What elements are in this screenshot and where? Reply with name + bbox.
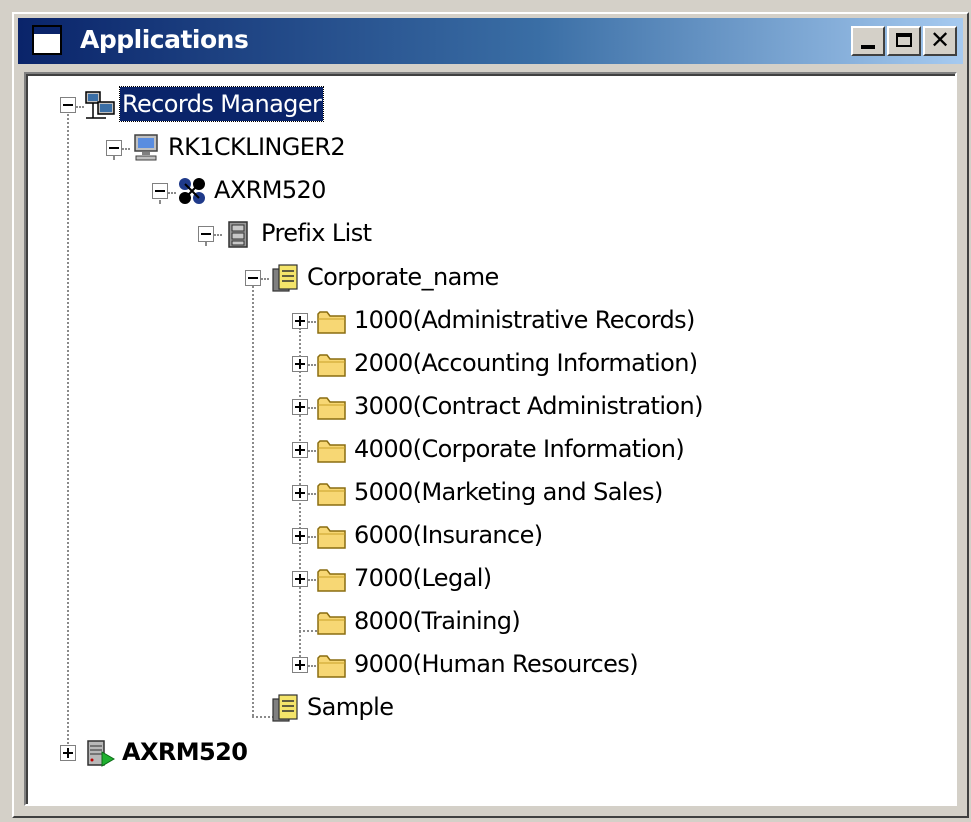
tree-view[interactable]: Records Manager RK1CKLINGER2 AXRM520 Pre… <box>24 72 957 806</box>
window-title: Applications <box>80 25 249 54</box>
tree-node-label[interactable]: 8000(Training) <box>352 604 522 638</box>
collapse-toggle[interactable] <box>245 270 261 286</box>
tree-line <box>168 192 176 194</box>
prefix-icon <box>272 264 298 292</box>
expand-toggle[interactable] <box>292 442 308 458</box>
tree-node-label[interactable]: 5000(Marketing and Sales) <box>352 475 665 509</box>
tree-line <box>252 286 254 716</box>
tree-line <box>261 278 269 280</box>
tree-node-label[interactable]: Records Manager <box>118 86 325 122</box>
tree-line <box>122 148 130 150</box>
tree-node-label[interactable]: RK1CKLINGER2 <box>166 130 347 164</box>
applications-window: Applications ✕ Records Manager RK1CKLING… <box>12 12 969 818</box>
tree-line <box>308 364 316 366</box>
tree-node-label[interactable]: 7000(Legal) <box>352 561 494 595</box>
tree-node-label[interactable]: Prefix List <box>259 216 373 250</box>
folder-icon <box>317 612 346 635</box>
folder-icon <box>317 483 346 506</box>
server-icon <box>87 740 115 767</box>
tree-node-label[interactable]: 6000(Insurance) <box>352 518 545 552</box>
folder-icon <box>317 354 346 377</box>
tree-line <box>308 493 316 495</box>
collapse-toggle[interactable] <box>106 140 122 156</box>
tree-line <box>308 665 316 667</box>
file-cabinet-icon <box>228 221 248 248</box>
tree-line <box>67 114 69 760</box>
tree-node-label[interactable]: Sample <box>305 690 395 724</box>
tree-line <box>205 242 207 246</box>
tree-node-label[interactable]: AXRM520 <box>120 735 249 769</box>
maximize-button[interactable] <box>887 26 921 56</box>
tree-line <box>308 407 316 409</box>
tree-node-label[interactable]: 3000(Contract Administration) <box>352 389 705 423</box>
expand-toggle[interactable] <box>292 399 308 415</box>
close-button[interactable]: ✕ <box>923 26 957 56</box>
expand-toggle[interactable] <box>292 356 308 372</box>
collapse-toggle[interactable] <box>60 97 76 113</box>
tree-line <box>159 200 161 204</box>
window-icon <box>32 25 62 55</box>
close-icon: ✕ <box>929 26 951 54</box>
title-bar[interactable]: Applications ✕ <box>18 18 963 64</box>
tree-node-label[interactable]: 1000(Administrative Records) <box>352 303 697 337</box>
tree-line <box>214 234 222 236</box>
expand-toggle[interactable] <box>292 485 308 501</box>
tree-line <box>113 156 115 160</box>
tree-line <box>308 450 316 452</box>
tree-node-label[interactable]: 2000(Accounting Information) <box>352 346 700 380</box>
tree-node-label[interactable]: 4000(Corporate Information) <box>352 432 686 466</box>
folder-icon <box>317 569 346 592</box>
expand-toggle[interactable] <box>292 571 308 587</box>
network-icon <box>85 91 115 119</box>
folder-icon <box>317 655 346 678</box>
tree-node-label[interactable]: Corporate_name <box>305 260 501 294</box>
prefix-icon <box>272 694 298 722</box>
tree-line <box>308 536 316 538</box>
expand-toggle[interactable] <box>60 745 76 761</box>
expand-toggle[interactable] <box>292 313 308 329</box>
tree-line <box>76 106 84 108</box>
application-icon <box>179 178 205 204</box>
folder-icon <box>317 311 346 334</box>
minimize-button[interactable] <box>851 26 885 56</box>
computer-icon <box>134 134 158 161</box>
maximize-icon <box>896 33 912 47</box>
minimize-icon <box>861 45 875 49</box>
folder-icon <box>317 397 346 420</box>
tree-line <box>308 321 316 323</box>
expand-toggle[interactable] <box>292 528 308 544</box>
collapse-toggle[interactable] <box>198 226 214 242</box>
tree-node-label[interactable]: AXRM520 <box>212 173 328 207</box>
collapse-toggle[interactable] <box>152 183 168 199</box>
folder-icon <box>317 526 346 549</box>
tree-node-label[interactable]: 9000(Human Resources) <box>352 647 640 681</box>
tree-line <box>308 579 316 581</box>
expand-toggle[interactable] <box>292 657 308 673</box>
folder-icon <box>317 440 346 463</box>
